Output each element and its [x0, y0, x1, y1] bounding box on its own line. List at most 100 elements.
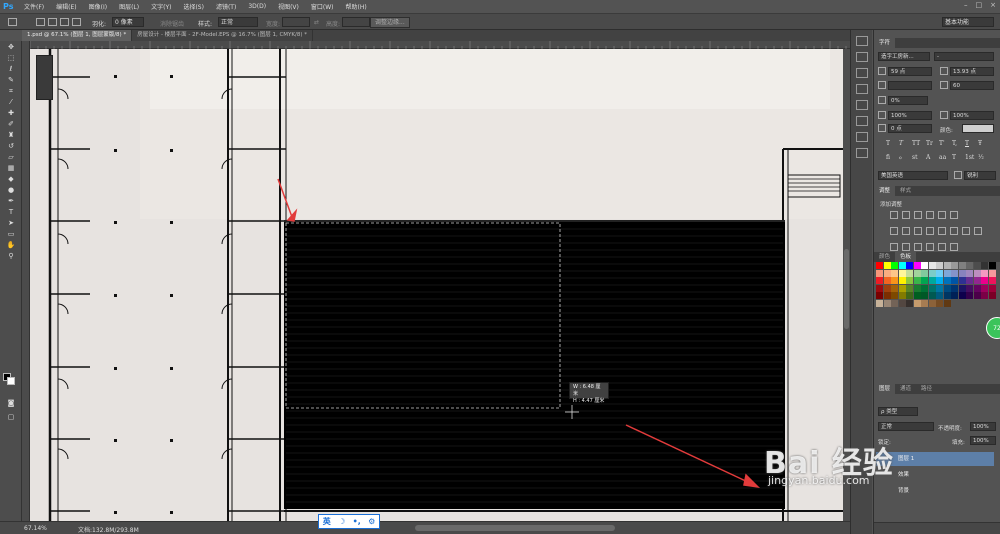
history-brush-icon[interactable]: ↺ [4, 141, 18, 151]
font-style-select[interactable]: - [934, 52, 994, 61]
swatch-grid[interactable] [876, 262, 996, 308]
adjustment-icon[interactable] [950, 227, 958, 235]
color-swatch[interactable] [966, 277, 973, 284]
menu-window[interactable]: 窗口(W) [305, 2, 340, 11]
character-panel-icon[interactable] [856, 132, 868, 142]
tab-channels[interactable]: 通道 [895, 384, 916, 394]
zoom-level[interactable]: 67.14% [24, 525, 47, 532]
document-canvas[interactable] [30, 49, 850, 521]
color-swatch[interactable] [981, 269, 988, 277]
gradient-tool-icon[interactable]: ▦ [4, 163, 18, 173]
color-swatch[interactable] [898, 269, 906, 277]
menu-file[interactable]: 文件(F) [18, 2, 50, 11]
color-swatch[interactable] [951, 284, 958, 292]
height-input[interactable] [342, 17, 370, 27]
shape-tool-icon[interactable]: ▭ [4, 229, 18, 239]
font-size-input[interactable]: 59 点 [888, 67, 932, 76]
add-selection-icon[interactable] [48, 18, 57, 26]
new-selection-icon[interactable] [36, 18, 45, 26]
color-swatch[interactable] [891, 269, 898, 277]
vertical-scale-input[interactable]: 100% [888, 111, 932, 120]
color-swatch[interactable] [921, 292, 928, 299]
menu-type[interactable]: 文字(Y) [145, 2, 177, 11]
scrollbar-thumb[interactable] [844, 249, 849, 329]
adjustment-icon[interactable] [938, 227, 946, 235]
color-swatch[interactable] [913, 262, 921, 269]
horizontal-scrollbar[interactable] [415, 525, 615, 531]
color-swatch[interactable] [898, 292, 906, 299]
crop-tool-icon[interactable]: ⌗ [4, 86, 18, 96]
color-swatch[interactable] [898, 262, 906, 269]
floating-tool-panel[interactable] [36, 55, 53, 100]
color-swatch[interactable] [973, 284, 981, 292]
color-swatch[interactable] [988, 262, 996, 269]
layer-filter-select[interactable]: ρ 类型 [878, 407, 918, 416]
antialias-select[interactable]: 锐利 [964, 171, 996, 180]
color-swatch[interactable] [876, 262, 883, 269]
faux-bold-button[interactable]: T [886, 140, 890, 147]
subtract-selection-icon[interactable] [60, 18, 69, 26]
horizontal-scale-input[interactable]: 100% [950, 111, 994, 120]
color-swatch[interactable] [936, 292, 943, 299]
stylistic-aa-button[interactable]: aa [939, 154, 946, 161]
adjustment-icon[interactable] [926, 243, 934, 251]
refine-edge-button[interactable]: 调整边缘... [370, 17, 410, 28]
clone-source-icon[interactable] [856, 116, 868, 126]
titling-t-button[interactable]: T [952, 154, 956, 161]
adjustment-icon[interactable] [890, 211, 898, 219]
adjustment-icon[interactable] [890, 243, 898, 251]
style-select[interactable]: 正常 [218, 17, 258, 27]
close-button[interactable]: × [990, 1, 996, 9]
language-select[interactable]: 美国英语 [878, 171, 948, 180]
superscript-button[interactable]: T' [939, 140, 945, 147]
swap-icon[interactable]: ⇄ [314, 19, 319, 26]
marquee-tool-icon[interactable]: ⬚ [4, 53, 18, 63]
color-swatch[interactable] [988, 292, 996, 299]
adjustment-icon[interactable] [950, 243, 958, 251]
tracking-input[interactable]: 60 [950, 81, 994, 90]
zoom-tool-icon[interactable]: ⚲ [4, 251, 18, 261]
minimize-button[interactable]: – [964, 1, 968, 9]
color-swatch[interactable] [921, 262, 928, 269]
color-swatch[interactable] [943, 299, 951, 307]
color-swatch[interactable] [891, 299, 898, 307]
menu-filter[interactable]: 滤镜(T) [210, 2, 242, 11]
color-swatch[interactable] [936, 262, 943, 269]
color-swatch[interactable] [891, 292, 898, 299]
color-swatch[interactable] [913, 299, 921, 307]
eyedropper-tool-icon[interactable]: ⁄ [4, 97, 18, 107]
underline-button[interactable]: T [965, 140, 969, 147]
move-tool-icon[interactable]: ✥ [4, 42, 18, 52]
quick-select-tool-icon[interactable]: ✎ [4, 75, 18, 85]
screen-mode-icon[interactable]: ▢ [4, 412, 18, 422]
subscript-button[interactable]: T, [952, 140, 957, 147]
color-swatch[interactable] [988, 269, 996, 277]
color-swatch[interactable] [936, 277, 943, 284]
color-swatch[interactable] [958, 277, 966, 284]
color-swatch[interactable] [876, 299, 883, 307]
brush-panel-icon[interactable] [856, 100, 868, 110]
color-swatch[interactable] [876, 292, 883, 299]
settings-gear-icon[interactable]: ⚙ [368, 517, 375, 526]
adjustment-icon[interactable] [914, 211, 922, 219]
color-swatch[interactable] [943, 277, 951, 284]
background-color-swatch[interactable] [7, 377, 15, 385]
color-swatch[interactable] [928, 292, 936, 299]
intersect-selection-icon[interactable] [72, 18, 81, 26]
type-tool-icon[interactable]: T [4, 207, 18, 217]
history-panel-icon[interactable] [856, 36, 868, 46]
healing-tool-icon[interactable]: ✚ [4, 108, 18, 118]
adjustment-icon[interactable] [902, 227, 910, 235]
tab-document-2[interactable]: 房屋设计 - 楼层平面 - 2F-Model.EPS @ 16.7% (图层 1… [132, 30, 314, 41]
tab-styles[interactable]: 样式 [895, 186, 916, 196]
actions-panel-icon[interactable] [856, 52, 868, 62]
menu-help[interactable]: 帮助(H) [340, 2, 373, 11]
stamp-tool-icon[interactable]: ♜ [4, 130, 18, 140]
menu-select[interactable]: 选择(S) [177, 2, 210, 11]
adjustment-icon[interactable] [902, 243, 910, 251]
color-swatch[interactable] [891, 277, 898, 284]
marquee-preset-icon[interactable] [8, 18, 17, 26]
paragraph-panel-icon[interactable] [856, 148, 868, 158]
pen-tool-icon[interactable]: ✒ [4, 196, 18, 206]
color-swatch[interactable] [966, 269, 973, 277]
